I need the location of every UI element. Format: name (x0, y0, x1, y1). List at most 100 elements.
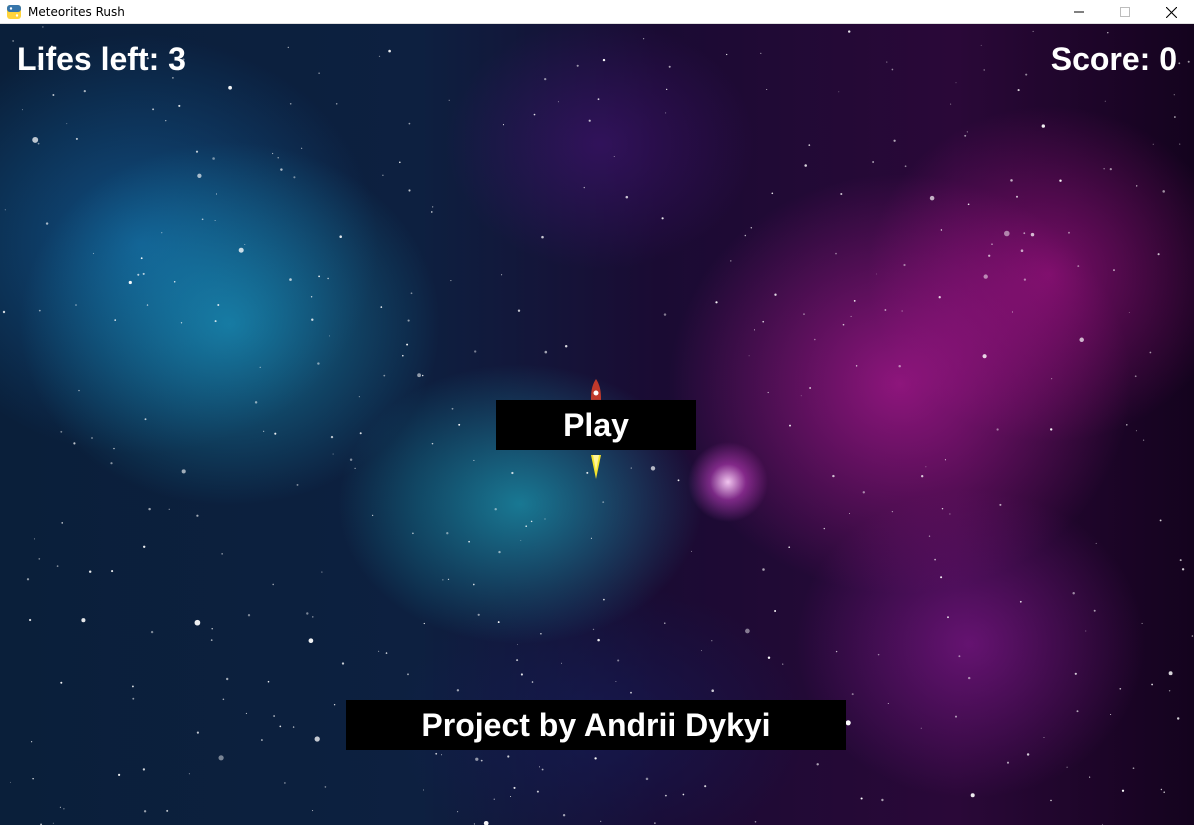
minimize-button[interactable] (1056, 0, 1102, 24)
star (327, 277, 329, 280)
star (560, 662, 563, 664)
star (92, 252, 95, 255)
star (1119, 687, 1122, 690)
star (333, 704, 336, 706)
star (1160, 788, 1163, 791)
star (516, 659, 519, 662)
star (150, 630, 154, 634)
star (42, 26, 44, 28)
star (1110, 713, 1112, 716)
star (750, 227, 753, 229)
star (473, 823, 475, 825)
star (789, 424, 791, 427)
star (143, 810, 147, 813)
play-button[interactable]: Play (496, 400, 696, 450)
star (118, 773, 121, 777)
star (474, 350, 477, 353)
game-canvas[interactable]: Lifes left: 3 Score: 0 Play Project by A… (0, 24, 1194, 825)
star (654, 822, 656, 824)
star (498, 550, 501, 554)
star (762, 320, 765, 323)
star (1168, 690, 1171, 692)
star (81, 618, 86, 623)
star (1141, 622, 1143, 624)
star (1109, 168, 1112, 171)
star (1121, 789, 1125, 792)
star (280, 168, 283, 171)
game-window: Meteorites Rush Lifes left: 3 Score: 0 P… (0, 0, 1194, 825)
star (222, 698, 225, 701)
star (1136, 185, 1138, 187)
star (431, 211, 433, 213)
star (541, 235, 544, 239)
star (263, 430, 265, 432)
star (564, 345, 568, 348)
maximize-button[interactable] (1102, 0, 1148, 24)
star (677, 479, 680, 482)
star (1151, 683, 1153, 686)
star (221, 553, 223, 555)
star (704, 785, 707, 788)
star (816, 763, 819, 766)
star (832, 474, 835, 478)
star (594, 757, 597, 760)
star (1176, 717, 1180, 720)
star (421, 374, 424, 377)
star (893, 139, 896, 142)
star (766, 88, 768, 91)
star (1149, 351, 1152, 354)
star (650, 466, 656, 471)
star (1174, 116, 1176, 118)
star (378, 650, 380, 652)
star (788, 546, 791, 549)
star (887, 702, 889, 705)
star (306, 612, 309, 615)
star (730, 260, 732, 262)
star (91, 437, 93, 439)
star (408, 189, 411, 192)
star (152, 108, 155, 111)
star (181, 469, 186, 474)
window-title: Meteorites Rush (28, 4, 125, 19)
star (1089, 776, 1091, 778)
star (1113, 269, 1115, 272)
star (197, 173, 202, 178)
star (800, 395, 802, 397)
close-button[interactable] (1148, 0, 1194, 24)
star (1191, 635, 1194, 637)
credits-label: Project by Andrii Dykyi (346, 700, 846, 750)
star (254, 401, 258, 404)
star (600, 820, 602, 823)
star (855, 365, 858, 367)
star (876, 273, 877, 275)
star (277, 157, 279, 159)
star (408, 122, 411, 125)
star (1051, 378, 1053, 380)
star (955, 82, 957, 84)
star (745, 628, 750, 634)
star (30, 741, 33, 743)
star (218, 755, 224, 761)
star (1134, 375, 1137, 378)
star (886, 61, 888, 63)
star (625, 195, 629, 199)
star (517, 309, 521, 312)
star (188, 773, 190, 775)
star (273, 715, 275, 717)
star (260, 739, 263, 741)
star (214, 220, 216, 221)
maximize-icon (1120, 7, 1130, 17)
star (196, 731, 199, 734)
star (520, 673, 523, 676)
star (245, 712, 247, 714)
title-bar[interactable]: Meteorites Rush (0, 0, 1194, 24)
star (823, 527, 825, 530)
star (541, 768, 544, 771)
star (562, 814, 566, 817)
star (412, 532, 414, 535)
star (507, 755, 510, 758)
star (447, 578, 450, 581)
star (809, 387, 811, 389)
star (904, 165, 907, 168)
star (664, 622, 666, 624)
